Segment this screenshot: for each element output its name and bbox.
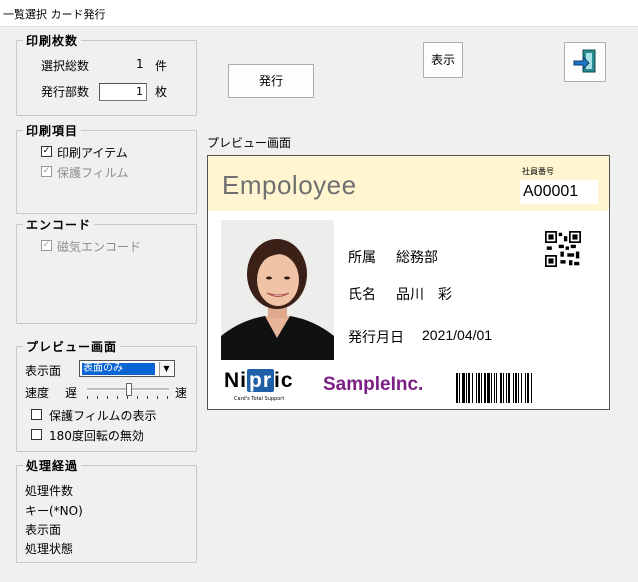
barcode-icon	[456, 373, 532, 403]
barcode-bar	[459, 373, 460, 403]
barcode-bar	[525, 373, 526, 403]
dept-value: 総務部	[396, 249, 438, 265]
name-value: 品川 彩	[396, 286, 452, 302]
encode-group: エンコード ✓ 磁気エンコード	[16, 216, 197, 324]
barcode-bar	[462, 373, 465, 403]
barcode-bar	[513, 373, 514, 403]
copies-label: 発行部数	[41, 85, 90, 99]
barcode-bar	[466, 373, 467, 403]
speed-slider[interactable]	[85, 382, 171, 400]
protect-film-checkbox: ✓	[41, 166, 52, 177]
barcode-bar	[476, 373, 477, 403]
barcode-bar	[472, 373, 473, 403]
barcode-bar	[496, 373, 497, 403]
speed-slider-thumb[interactable]	[126, 383, 132, 396]
print-items-group: 印刷項目 ✓ 印刷アイテム ✓ 保護フィルム	[16, 122, 197, 214]
total-unit: 件	[155, 59, 168, 73]
speed-label: 速度	[25, 386, 50, 400]
disable-rotate-checkbox[interactable]	[31, 429, 42, 440]
barcode-bar	[521, 373, 522, 403]
total-value: 1	[136, 57, 144, 71]
nipric-logo: Nipric	[224, 369, 294, 393]
side-label: 表示面	[25, 364, 62, 378]
print-item-checkbox[interactable]: ✓	[41, 146, 52, 157]
dept-label: 所属	[348, 249, 376, 265]
barcode-bar	[508, 373, 510, 403]
side-select-value: 表面のみ	[82, 363, 155, 375]
side-select[interactable]: 表面のみ ▼	[79, 360, 175, 377]
print-count-group: 印刷枚数 選択総数 1 件 発行部数 1 枚	[16, 32, 197, 116]
process-status-label: 処理状態	[25, 542, 74, 556]
show-film-checkbox[interactable]	[31, 409, 42, 420]
chevron-down-icon[interactable]: ▼	[159, 362, 173, 376]
process-key-label: キー(*NO)	[25, 504, 83, 518]
barcode-bar	[478, 373, 480, 403]
process-side-label: 表示面	[25, 523, 62, 537]
barcode-bar	[491, 373, 492, 403]
preview-label: プレビュー画面	[207, 136, 292, 150]
display-button[interactable]: 表示	[423, 42, 463, 78]
barcode-bar	[531, 373, 532, 403]
protect-film-label: 保護フィルム	[57, 166, 129, 180]
copies-input[interactable]: 1	[99, 83, 147, 101]
barcode-bar	[500, 373, 502, 403]
encode-title: エンコード	[23, 216, 95, 233]
exit-door-icon	[573, 49, 596, 73]
process-count-label: 処理件数	[25, 484, 74, 498]
speed-fast-label: 速	[175, 386, 188, 400]
issue-date-label: 発行月日	[348, 329, 404, 345]
logo-tagline: Card's Total Support	[234, 396, 285, 402]
employee-no-label: 社員番号	[522, 167, 554, 176]
window-title: 一覧選択 カード発行	[3, 8, 106, 21]
name-label: 氏名	[348, 286, 376, 302]
mag-encode-label: 磁気エンコード	[57, 240, 142, 254]
process-log-title: 処理経過	[23, 457, 82, 474]
barcode-bar	[481, 373, 482, 403]
print-item-label: 印刷アイテム	[57, 146, 128, 160]
exit-button[interactable]	[564, 42, 606, 82]
barcode-bar	[518, 373, 519, 403]
total-label: 選択総数	[41, 59, 90, 73]
employee-no: A00001	[520, 180, 598, 204]
barcode-bar	[506, 373, 507, 403]
print-items-title: 印刷項目	[23, 122, 82, 139]
barcode-bar	[515, 373, 517, 403]
process-log-group: 処理経過 処理件数 キー(*NO) 表示面 処理状態	[16, 457, 197, 563]
card-title: Empoloyee	[222, 170, 357, 200]
logo-part-ni: Ni	[224, 369, 247, 392]
copies-unit: 枚	[155, 85, 168, 99]
barcode-bar	[487, 373, 490, 403]
disable-rotate-label: 180度回転の無効	[49, 429, 144, 443]
speed-slider-ticks	[87, 396, 169, 399]
preview-settings-title: プレビュー画面	[23, 338, 121, 355]
speed-slow-label: 遅	[65, 386, 78, 400]
photo-portrait	[221, 220, 334, 360]
logo-part-pr: pr	[247, 369, 274, 392]
barcode-bar	[484, 373, 486, 403]
company-name: SampleInc.	[323, 374, 424, 395]
print-count-title: 印刷枚数	[23, 32, 82, 49]
logo-part-ic: ic	[274, 369, 294, 392]
preview-settings-group: プレビュー画面 表示面 表面のみ ▼ 速度 遅 速 保護フィルムの表示 180度…	[16, 338, 197, 452]
barcode-bar	[468, 373, 470, 403]
title-bar: 一覧選択 カード発行	[0, 0, 638, 27]
mag-encode-checkbox: ✓	[41, 240, 52, 251]
barcode-bar	[527, 373, 529, 403]
barcode-bar	[494, 373, 495, 403]
qr-code-icon	[545, 231, 581, 267]
barcode-bar	[456, 373, 458, 403]
issue-date-value: 2021/04/01	[422, 327, 493, 343]
barcode-bar	[503, 373, 504, 403]
show-film-label: 保護フィルムの表示	[49, 409, 157, 423]
issue-button[interactable]: 発行	[228, 64, 314, 98]
id-card-preview: Empoloyee 社員番号 A00001 所属 総務部 氏名 品川 彩 発行月…	[207, 155, 610, 410]
